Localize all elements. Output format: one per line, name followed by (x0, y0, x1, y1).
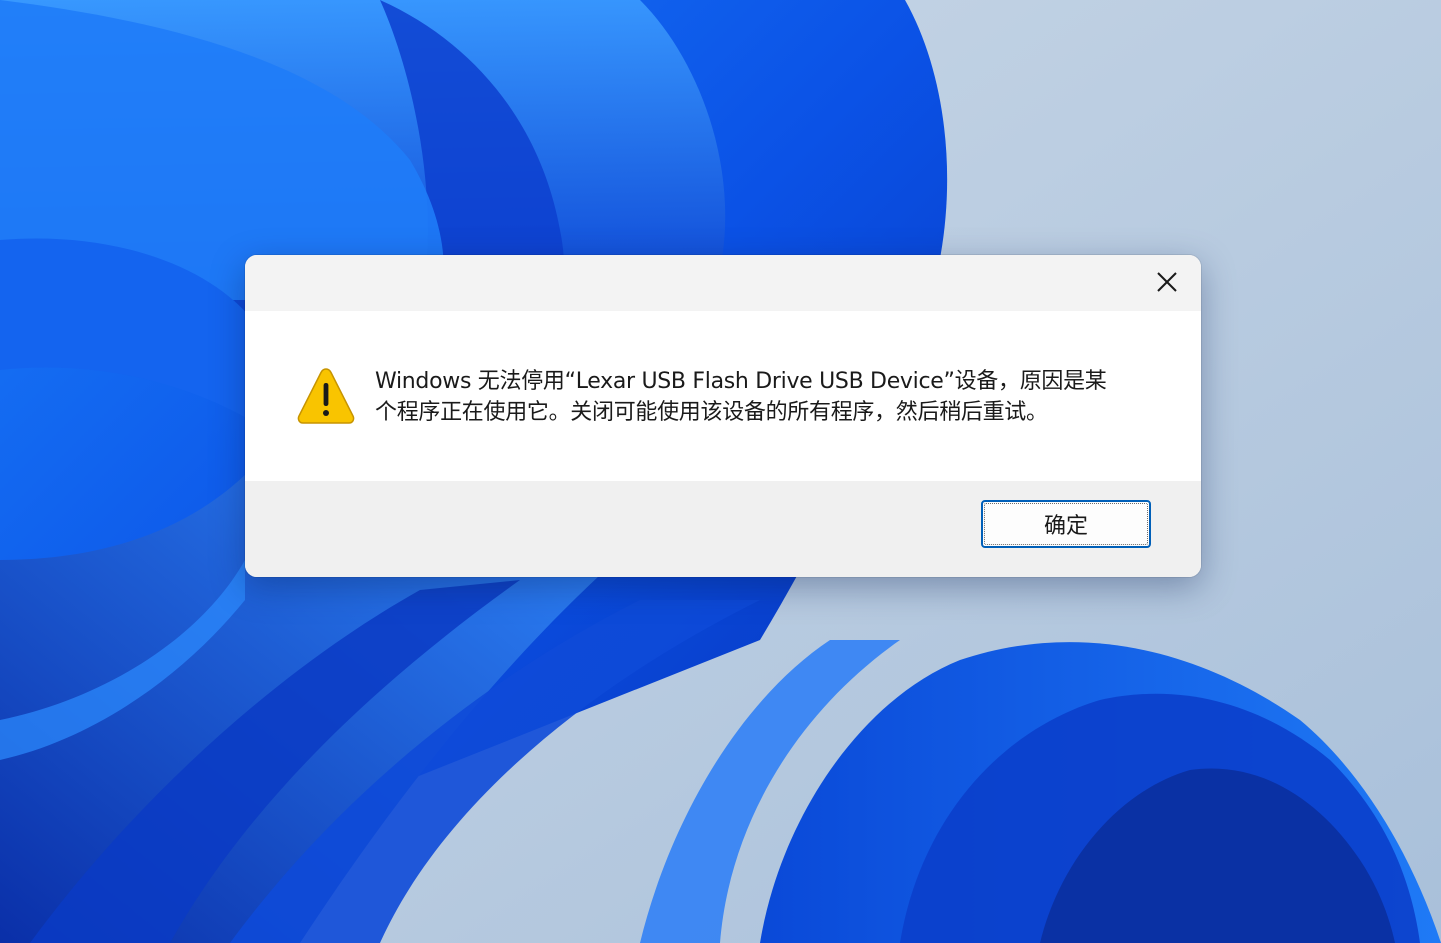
close-icon (1157, 272, 1177, 292)
warning-icon (297, 368, 355, 424)
close-button[interactable] (1145, 263, 1189, 301)
message-line-2: 个程序正在使用它。关闭可能使用该设备的所有程序，然后稍后重试。 (375, 400, 1048, 425)
dialog-content: Windows 无法停用“Lexar USB Flash Drive USB D… (245, 311, 1201, 481)
ok-button-label: 确定 (1043, 514, 1088, 539)
error-dialog: Windows 无法停用“Lexar USB Flash Drive USB D… (245, 255, 1201, 577)
desktop: Windows 无法停用“Lexar USB Flash Drive USB D… (0, 0, 1441, 943)
dialog-titlebar[interactable] (245, 255, 1201, 311)
message-line-1: Windows 无法停用“Lexar USB Flash Drive USB D… (375, 369, 1107, 394)
dialog-footer: 确定 (245, 481, 1201, 577)
ok-button[interactable]: 确定 (981, 500, 1151, 548)
dialog-message: Windows 无法停用“Lexar USB Flash Drive USB D… (375, 366, 1155, 428)
